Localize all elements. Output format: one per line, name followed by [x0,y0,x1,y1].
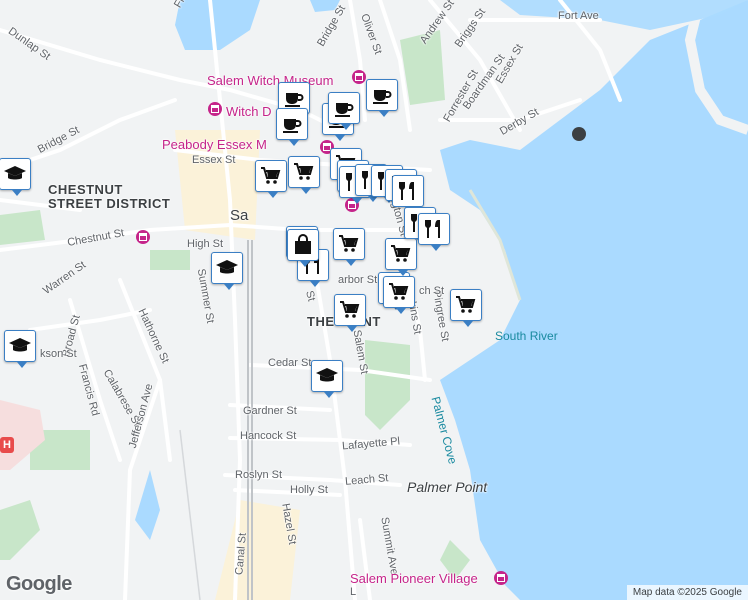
school-marker[interactable] [211,252,243,290]
street-label-sa: Sa [230,207,249,224]
coffee-icon [285,93,304,107]
restaurant-marker[interactable] [418,213,450,251]
area-label-palmer-point: Palmer Point [407,479,488,495]
street-label-ch: ch St [419,285,445,297]
grocery-cart-marker[interactable] [450,289,482,327]
ferry-icon[interactable] [572,127,586,141]
restaurant-icon [399,182,414,200]
shopping-bag-marker[interactable] [287,229,319,267]
museum-icon[interactable] [352,70,366,84]
street-label-gardner: Gardner St [243,405,297,417]
water-label-south-river: South River [495,329,558,343]
street-label-hancock: Hancock St [240,430,297,442]
street-label-harbor: arbor St [338,274,378,286]
coffee-icon [335,103,354,117]
grocery-cart-icon [391,245,411,262]
school-icon [316,368,338,382]
restaurant-icon [425,220,440,238]
grocery-cart-marker[interactable] [334,294,366,332]
coffee-marker[interactable] [366,79,398,117]
grocery-cart-marker[interactable] [383,276,415,314]
coffee-icon [373,90,392,104]
museum-icon[interactable] [494,571,508,585]
street-label-fort-ave: Fort Ave [558,10,599,22]
street-label-holly: Holly St [290,484,328,496]
grocery-cart-icon [294,163,314,180]
grocery-cart-icon [340,301,360,318]
street-label-high: High St [187,238,224,250]
area-label-chestnut-1: CHESTNUT [48,182,123,197]
street-label-l: L [350,586,357,598]
restaurant-marker[interactable] [392,175,424,213]
school-icon [216,260,238,274]
school-icon [4,166,26,180]
grocery-cart-marker[interactable] [255,160,287,198]
map-attribution[interactable]: Map data ©2025 Google [626,585,748,600]
grocery-cart-icon [261,167,281,184]
grocery-cart-icon [389,283,409,300]
grocery-cart-marker[interactable] [333,228,365,266]
coffee-icon [283,119,302,133]
poi-label-peabody[interactable]: Peabody Essex M [162,137,267,152]
street-label-roslyn: Roslyn St [235,469,283,481]
coffee-marker[interactable] [276,108,308,146]
map-canvas[interactable]: Franklin Dunlap St Bridge St Bridge St O… [0,0,748,600]
school-marker[interactable] [311,360,343,398]
museum-icon[interactable] [136,230,150,244]
street-label-essex: Essex St [192,154,236,166]
grocery-cart-icon [456,296,476,313]
school-marker[interactable] [0,158,31,196]
street-label-cedar: Cedar St [268,357,312,369]
coffee-marker[interactable] [328,92,360,130]
grocery-cart-marker[interactable] [288,156,320,194]
google-logo: Google [6,573,72,595]
grocery-cart-marker[interactable] [385,238,417,276]
museum-icon[interactable] [208,102,222,116]
area-label-chestnut-2: STREET DISTRICT [48,196,171,211]
poi-label-pioneer[interactable]: Salem Pioneer Village [350,571,478,586]
street-label-jackson: kson St [40,348,77,360]
shopping-bag-icon [295,234,311,254]
school-marker[interactable] [4,330,36,368]
poi-label-witch-d[interactable]: Witch D [226,104,272,119]
hospital-icon[interactable]: H [0,437,14,453]
school-icon [9,338,31,352]
poi-label-witch-museum[interactable]: Salem Witch Museum [207,73,333,88]
grocery-cart-icon [339,235,359,252]
